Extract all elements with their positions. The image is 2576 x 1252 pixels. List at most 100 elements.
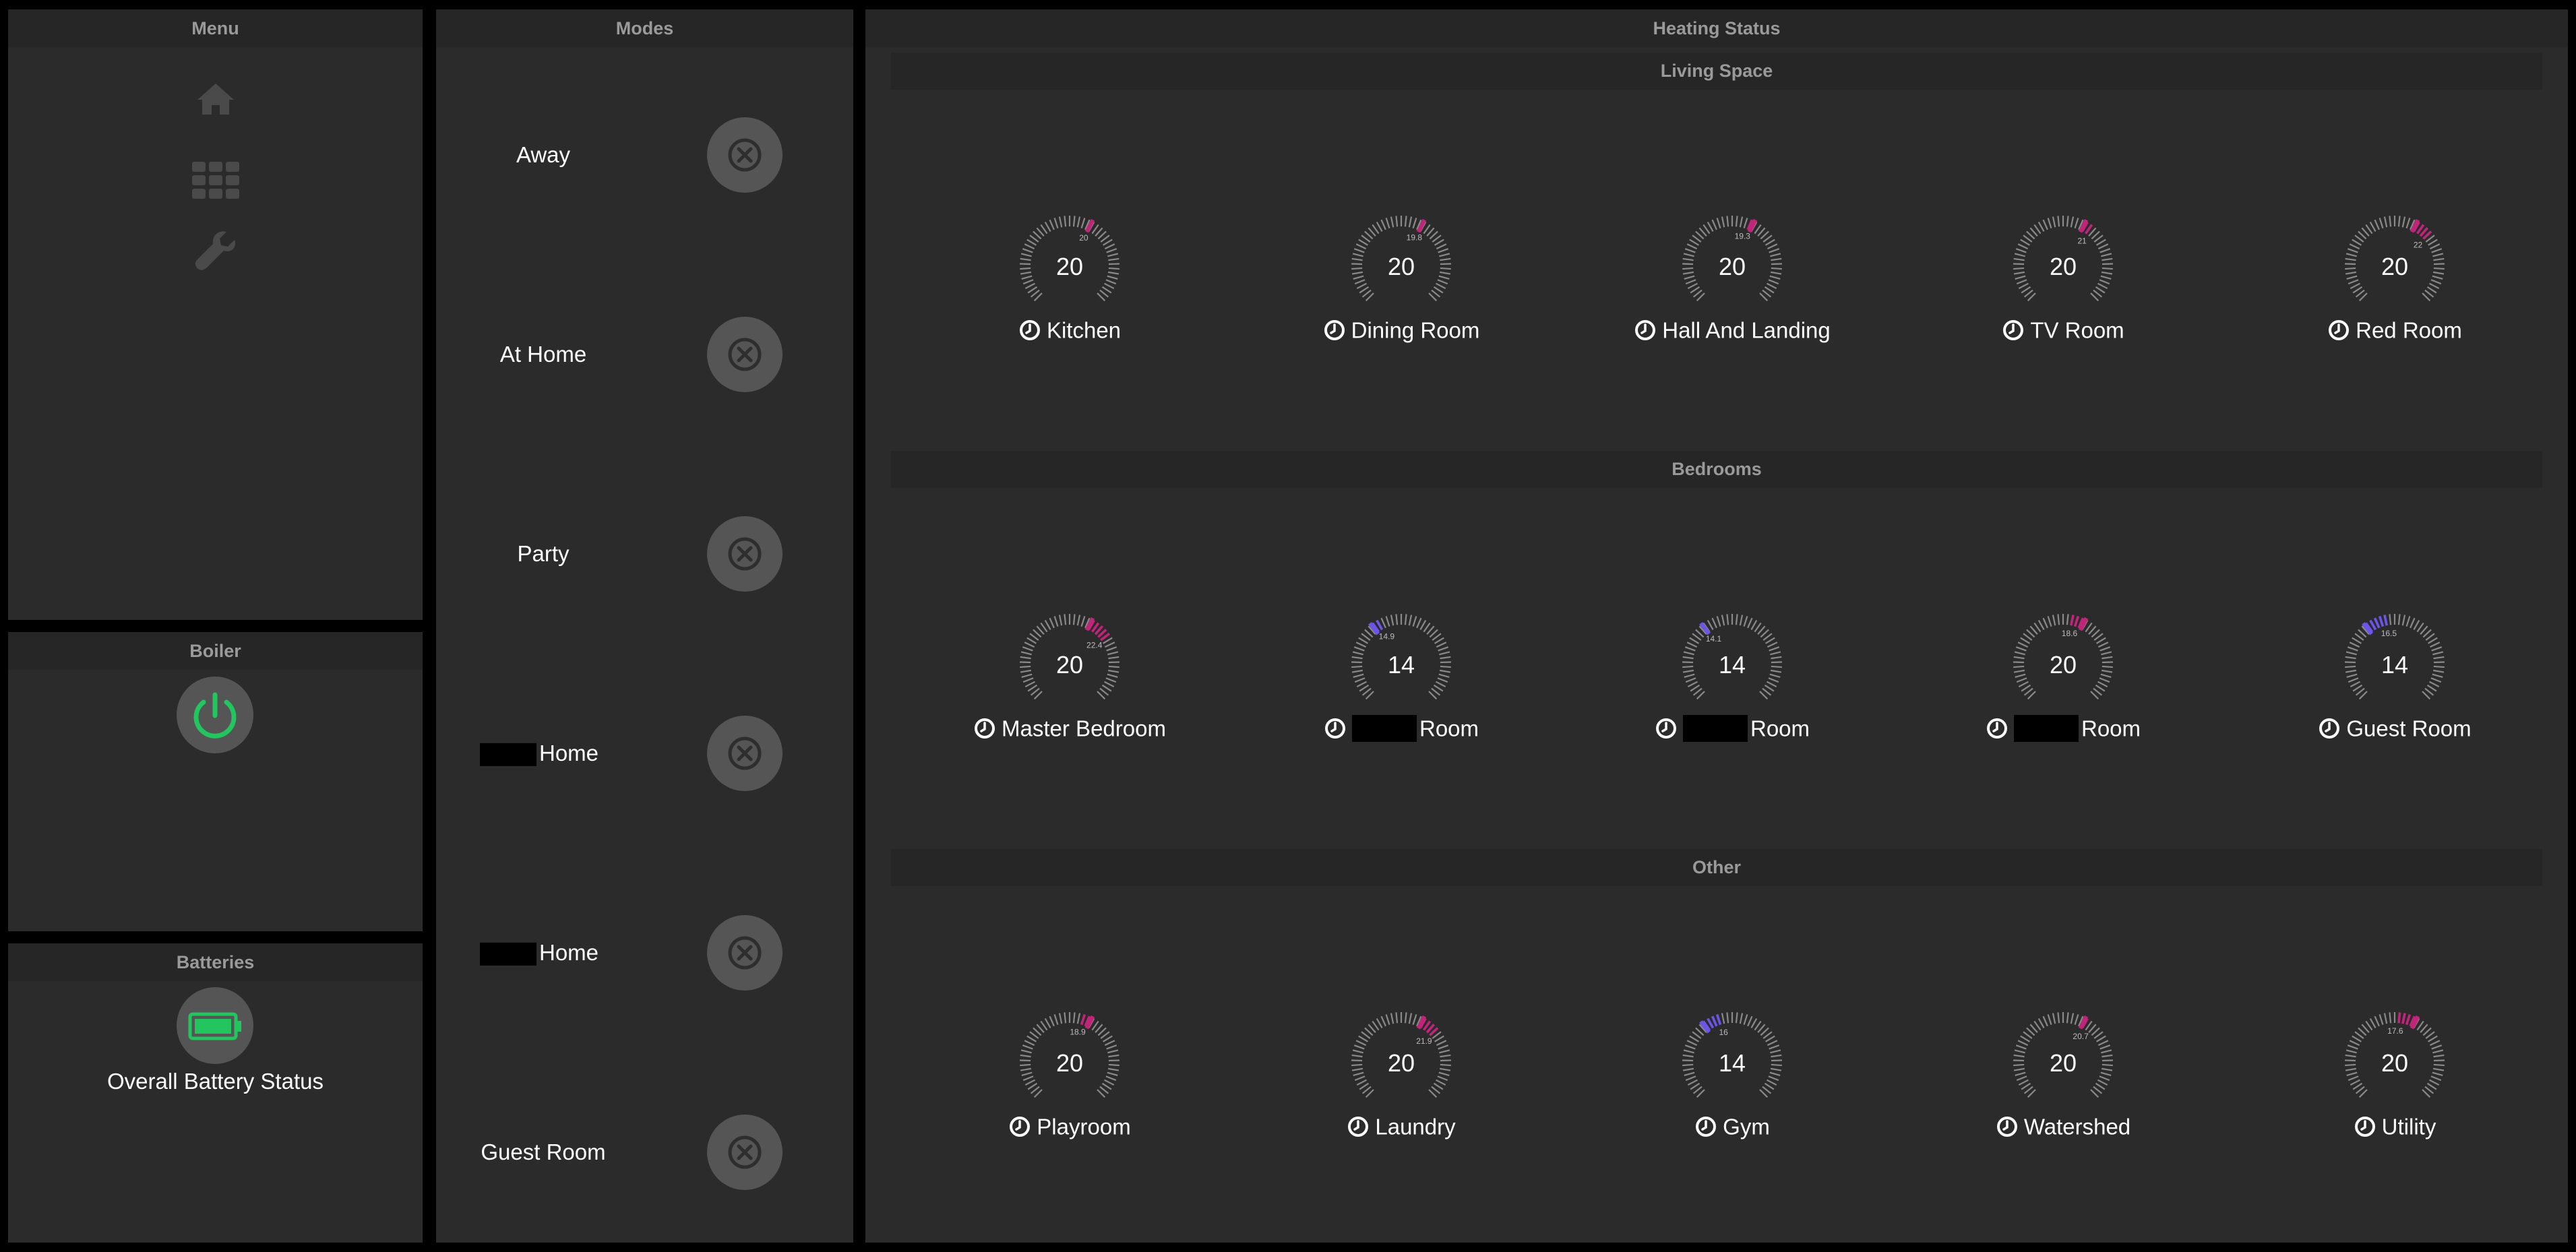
gauge-tick (1721, 1013, 1725, 1024)
room-thermostat[interactable]: 17.6 20 Utility (2294, 1008, 2496, 1183)
gauge-tick (2345, 669, 2357, 673)
room-thermostat[interactable]: 18.9 20 Playroom (969, 1008, 1171, 1183)
room-name: Room (1419, 716, 1479, 741)
room-thermostat[interactable]: 16 14 Gym (1631, 1008, 1833, 1183)
battery-status-button[interactable] (177, 987, 253, 1064)
mode-toggle-button[interactable] (707, 1115, 783, 1190)
gauge-tick (1726, 216, 1729, 227)
gauge-tick (1354, 279, 1366, 285)
room-thermostat[interactable]: 21 20 TV Room (1962, 212, 2164, 387)
section-header: Bedrooms (891, 451, 2542, 488)
gauge-tick (1711, 617, 1717, 629)
gauge-tick (1766, 681, 1777, 688)
room-thermostat[interactable]: 20.7 20 Watershed (1962, 1008, 2164, 1183)
home-icon[interactable] (196, 82, 235, 116)
gauge-tick (2426, 286, 2437, 294)
gauge-tick (1355, 243, 1367, 250)
room-thermostat[interactable]: 21.9 20 Laundry (1300, 1008, 1502, 1183)
boiler-power-button[interactable] (177, 677, 253, 753)
gauge-tick (1022, 248, 1033, 253)
mode-toggle-button[interactable] (707, 716, 783, 791)
gauge-tick (1423, 224, 1431, 234)
thermostat-gauge: 22.420 (1020, 614, 1120, 700)
gauge-tick (1033, 1027, 1042, 1036)
gauge-tick (1358, 1035, 1369, 1042)
room-thermostat[interactable]: 22.4 20 Master Bedroom (969, 610, 1171, 785)
gauge-tick (2047, 218, 2052, 229)
settings-menu-item[interactable] (8, 230, 423, 280)
gauge-tick (1428, 1089, 1438, 1098)
gauge-tick (2021, 684, 2031, 692)
gauge-tick (2346, 1071, 2358, 1077)
gauge-tick (1053, 1014, 1059, 1026)
gauge-tick (2047, 616, 2052, 627)
modes-panel: Modes Away At Home Party Home Home Guest Room (436, 9, 853, 1243)
current-temp-label: 16.5 (2381, 629, 2397, 638)
grid-icon[interactable] (191, 162, 239, 199)
gauge-tick (1770, 253, 1781, 257)
gauge-tick (1103, 1079, 1115, 1086)
mode-row: Away (436, 55, 853, 255)
gauge-tick (2099, 248, 2111, 253)
gauge-tick (2427, 239, 2438, 246)
setpoint-marker (2410, 218, 2420, 233)
thermostat-gauge: 21.920 (1351, 1012, 1451, 1098)
close-circle-icon (728, 338, 762, 371)
gauge-tick (1103, 681, 1115, 688)
grid-menu-item[interactable] (8, 162, 423, 212)
gauge-tick (1764, 684, 1775, 692)
gauge-tick (2023, 289, 2033, 298)
room-thermostat[interactable]: 19.3 20 Hall And Landing (1631, 212, 1833, 387)
clock-icon (1655, 718, 1676, 739)
room-thermostat[interactable]: 16.5 14 Guest Room (2294, 610, 2496, 785)
room-label: Room (1922, 714, 2205, 743)
mode-toggle-button[interactable] (707, 117, 783, 193)
gauge-tick (1726, 614, 1729, 625)
current-temp-label: 19.8 (1407, 232, 1423, 242)
gauge-tick (1436, 1040, 1447, 1046)
menu-title: Menu (8, 9, 423, 47)
gauge-tick (1020, 669, 1032, 673)
room-label: Watershed (1922, 1113, 2205, 1139)
gauge-tick (1033, 230, 1042, 240)
room-thermostat[interactable]: 22 20 Red Room (2294, 212, 2496, 387)
gauge-tick (2102, 1059, 2113, 1062)
gauge-tick (2090, 292, 2099, 302)
room-thermostat[interactable]: 14.9 14 Room (1300, 610, 1502, 785)
gauge-tick (2091, 629, 2100, 638)
gauge-tick (2350, 1079, 2361, 1086)
gauge-tick (2401, 1013, 2406, 1024)
gauge-tick (2097, 243, 2109, 250)
gauge-tick (2015, 646, 2027, 652)
mode-toggle-button[interactable] (707, 516, 783, 592)
gauge-tick (1437, 1075, 1448, 1082)
gauge-tick (2432, 669, 2445, 673)
room-thermostat[interactable]: 19.8 20 Dining Room (1300, 212, 1502, 387)
gauge-tick (1021, 275, 1033, 280)
mode-toggle-button[interactable] (707, 915, 783, 991)
room-thermostat[interactable]: 18.6 20 Room (1962, 610, 2164, 785)
mode-label-text: Away (516, 142, 571, 167)
gauge-tick (1735, 216, 1738, 227)
gauge-tick (1359, 1082, 1370, 1090)
gauge-tick (2070, 216, 2075, 228)
thermostat-gauge: 14.1 14 (1682, 614, 1782, 700)
room-thermostat[interactable]: 20 20 Kitchen (969, 212, 1171, 387)
gauge-tick (1766, 1079, 1777, 1086)
wrench-icon[interactable] (194, 230, 237, 274)
gauge-tick (1440, 263, 1451, 265)
gauge-tick (2348, 677, 2359, 683)
gauge-tick (1757, 227, 1766, 237)
mode-toggle-button[interactable] (707, 317, 783, 392)
gauge-tick (2088, 625, 2097, 635)
gauge-tick (1434, 1035, 1444, 1042)
gauge-tick (1099, 289, 1109, 298)
gauge-tick (2042, 1015, 2048, 1027)
gauge-tick (2352, 1082, 2363, 1090)
gauge-tick (1395, 614, 1399, 625)
gauge-tick (1687, 282, 1698, 290)
room-thermostat[interactable]: 14.1 14 Room (1631, 610, 1833, 785)
gauge-tick (1020, 665, 1031, 668)
gauge-tick (1364, 1027, 1374, 1036)
home-menu-item[interactable] (8, 82, 423, 132)
